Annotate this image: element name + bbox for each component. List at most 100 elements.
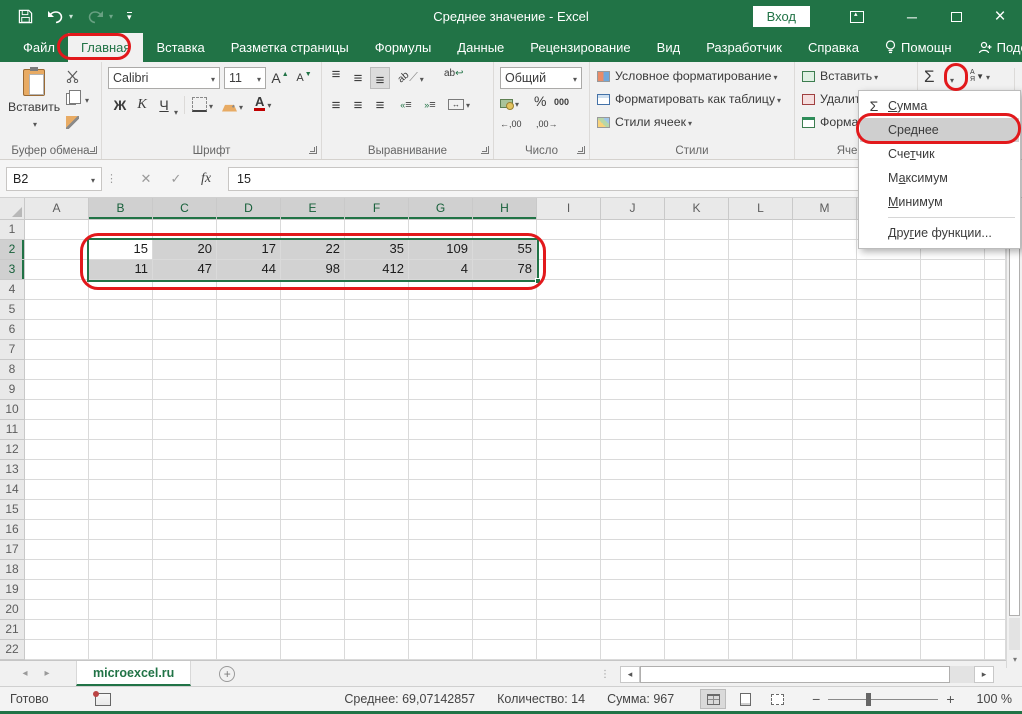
cell-H11[interactable] — [473, 420, 537, 440]
cell-G12[interactable] — [409, 440, 473, 460]
scrollbar-splitter-icon[interactable]: ⋮ — [600, 669, 610, 680]
cell-M5[interactable] — [793, 300, 857, 320]
cell-A22[interactable] — [25, 640, 89, 660]
cell-H4[interactable] — [473, 280, 537, 300]
cut-button[interactable] — [66, 70, 79, 83]
cell[interactable] — [985, 560, 1006, 580]
cell[interactable] — [921, 640, 985, 660]
cell-J14[interactable] — [601, 480, 665, 500]
cell-D11[interactable] — [217, 420, 281, 440]
number-dialog-launcher-icon[interactable] — [577, 146, 585, 154]
cell-C3[interactable]: 47 — [153, 260, 217, 280]
cell-L4[interactable] — [729, 280, 793, 300]
cell-K6[interactable] — [665, 320, 729, 340]
borders-button[interactable] — [192, 97, 213, 112]
cell-H17[interactable] — [473, 540, 537, 560]
cell-G4[interactable] — [409, 280, 473, 300]
cell-J22[interactable] — [601, 640, 665, 660]
cell-E6[interactable] — [281, 320, 345, 340]
cell-L3[interactable] — [729, 260, 793, 280]
row-header-16[interactable]: 16 — [0, 520, 25, 540]
cell-E3[interactable]: 98 — [281, 260, 345, 280]
cell-D4[interactable] — [217, 280, 281, 300]
cell-I18[interactable] — [537, 560, 601, 580]
tab-help[interactable]: Справка — [795, 33, 872, 62]
cell-B11[interactable] — [89, 420, 153, 440]
cell-D14[interactable] — [217, 480, 281, 500]
cell-styles-button[interactable]: Стили ячеек — [597, 115, 692, 129]
cell[interactable] — [921, 320, 985, 340]
align-right-icon[interactable]: ≡ — [370, 94, 390, 116]
cell-I14[interactable] — [537, 480, 601, 500]
cell[interactable] — [857, 480, 921, 500]
row-header-12[interactable]: 12 — [0, 440, 25, 460]
cell-A16[interactable] — [25, 520, 89, 540]
align-center-icon[interactable]: ≡ — [348, 94, 368, 116]
cell-M19[interactable] — [793, 580, 857, 600]
cell-I20[interactable] — [537, 600, 601, 620]
page-break-view-button[interactable] — [764, 689, 790, 709]
cell[interactable] — [857, 460, 921, 480]
cell-M18[interactable] — [793, 560, 857, 580]
sign-in-button[interactable]: Вход — [753, 6, 810, 27]
cell-I7[interactable] — [537, 340, 601, 360]
autosum-menu-item[interactable]: Максимум — [860, 166, 1019, 190]
cell-I16[interactable] — [537, 520, 601, 540]
cell[interactable] — [985, 620, 1006, 640]
cell-F13[interactable] — [345, 460, 409, 480]
cell[interactable] — [985, 340, 1006, 360]
row-header-17[interactable]: 17 — [0, 540, 25, 560]
cell-D20[interactable] — [217, 600, 281, 620]
cell[interactable] — [921, 520, 985, 540]
cell[interactable] — [921, 480, 985, 500]
column-header-J[interactable]: J — [601, 198, 665, 220]
formula-bar-grip-icon[interactable]: ⋮ — [106, 172, 117, 185]
cell-M17[interactable] — [793, 540, 857, 560]
scroll-right-icon[interactable]: ▸ — [974, 666, 994, 683]
cell-E17[interactable] — [281, 540, 345, 560]
row-header-5[interactable]: 5 — [0, 300, 25, 320]
row-header-6[interactable]: 6 — [0, 320, 25, 340]
cell-F5[interactable] — [345, 300, 409, 320]
cell-L6[interactable] — [729, 320, 793, 340]
cell-F9[interactable] — [345, 380, 409, 400]
cell-C15[interactable] — [153, 500, 217, 520]
cell-M7[interactable] — [793, 340, 857, 360]
row-header-4[interactable]: 4 — [0, 280, 25, 300]
cell-A11[interactable] — [25, 420, 89, 440]
cell-D12[interactable] — [217, 440, 281, 460]
cell-C1[interactable] — [153, 220, 217, 240]
autosum-menu-item[interactable]: Минимум — [860, 190, 1019, 214]
cell-A5[interactable] — [25, 300, 89, 320]
close-button[interactable]: × — [978, 0, 1022, 33]
cell[interactable] — [921, 540, 985, 560]
format-as-table-button[interactable]: Форматировать как таблицу — [597, 92, 781, 106]
tab-home[interactable]: Главная — [68, 33, 143, 62]
cell-B14[interactable] — [89, 480, 153, 500]
cell[interactable] — [921, 380, 985, 400]
cell[interactable] — [985, 640, 1006, 660]
cell-J17[interactable] — [601, 540, 665, 560]
cell-M4[interactable] — [793, 280, 857, 300]
column-header-C[interactable]: C — [153, 198, 217, 220]
cell[interactable] — [921, 560, 985, 580]
cell-H8[interactable] — [473, 360, 537, 380]
cell[interactable] — [857, 580, 921, 600]
cell[interactable] — [921, 600, 985, 620]
cell-J7[interactable] — [601, 340, 665, 360]
cell-G15[interactable] — [409, 500, 473, 520]
cell-B17[interactable] — [89, 540, 153, 560]
cell-J10[interactable] — [601, 400, 665, 420]
cell-K16[interactable] — [665, 520, 729, 540]
cell[interactable] — [985, 600, 1006, 620]
cell-E9[interactable] — [281, 380, 345, 400]
cell[interactable] — [921, 420, 985, 440]
cell-M16[interactable] — [793, 520, 857, 540]
row-header-10[interactable]: 10 — [0, 400, 25, 420]
cell-H9[interactable] — [473, 380, 537, 400]
cell-B13[interactable] — [89, 460, 153, 480]
paste-button[interactable]: Вставить — [8, 67, 60, 145]
cell-M10[interactable] — [793, 400, 857, 420]
cell-D18[interactable] — [217, 560, 281, 580]
increase-font-icon[interactable]: A▲ — [270, 67, 290, 89]
